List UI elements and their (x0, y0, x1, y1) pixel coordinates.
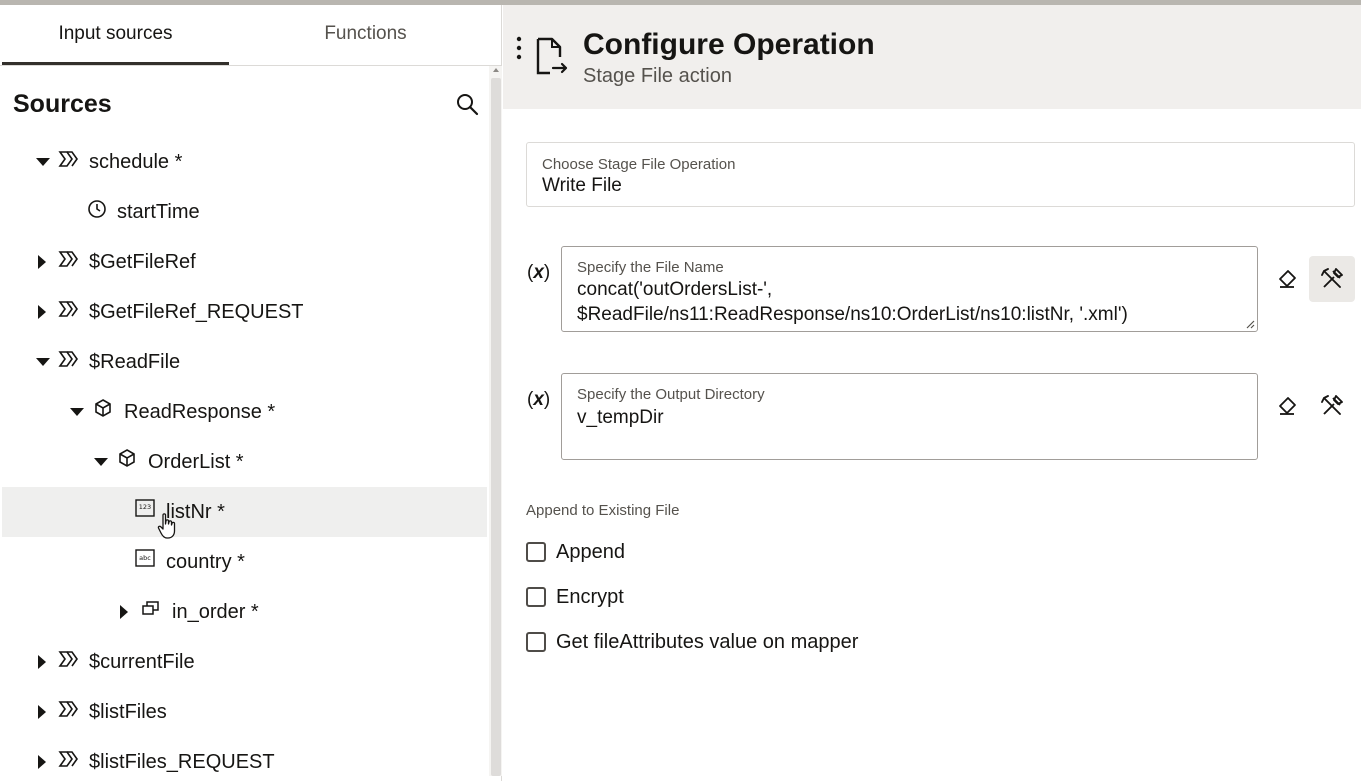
scroll-up-arrow[interactable] (493, 68, 499, 72)
collapse-caret-icon[interactable] (94, 458, 108, 466)
tree-node-label: ReadResponse * (124, 401, 276, 423)
expand-caret-icon[interactable] (38, 305, 46, 319)
operation-label: Choose Stage File Operation (542, 156, 736, 173)
page-subtitle: Stage File action (583, 65, 732, 87)
cube-icon (95, 399, 111, 417)
sources-heading: Sources (13, 90, 112, 118)
tree-node-readresponse[interactable]: ReadResponse * (2, 387, 487, 437)
schema-icon (58, 351, 78, 367)
tree-node-label: $GetFileRef_REQUEST (89, 301, 304, 323)
operation-value: Write File (542, 175, 622, 196)
tree-node-label: $listFiles (89, 701, 167, 723)
page-title: Configure Operation (583, 28, 875, 61)
panel-tabs: Input sources Functions (0, 5, 502, 66)
file-name-label: Specify the File Name (577, 259, 724, 276)
repeating-icon (142, 601, 159, 615)
collapse-caret-icon[interactable] (36, 358, 50, 366)
tree-node-country[interactable]: abc country * (2, 537, 487, 587)
clock-icon (88, 200, 106, 218)
append-section-label: Append to Existing File (526, 502, 680, 519)
stage-file-operation-select[interactable]: Choose Stage File Operation Write File (526, 142, 1355, 207)
file-name-textarea[interactable]: Specify the File Name concat('outOrdersL… (561, 246, 1258, 332)
output-directory-textarea[interactable]: Specify the Output Directory v_tempDir (561, 373, 1258, 460)
schema-icon (58, 151, 78, 167)
output-directory-value: v_tempDir (577, 407, 664, 428)
tree-node-label: startTime (117, 201, 200, 223)
open-expression-builder-button[interactable] (1315, 389, 1349, 423)
tree-node-in-order[interactable]: in_order * (2, 587, 487, 637)
tree-node-label: $GetFileRef (89, 251, 196, 273)
tools-icon (1321, 395, 1343, 415)
tree-node-label: $listFiles_REQUEST (89, 751, 275, 773)
output-directory-label: Specify the Output Directory (577, 386, 765, 403)
tree-node-label: listNr * (166, 501, 225, 523)
expand-caret-icon[interactable] (38, 755, 46, 769)
expand-caret-icon[interactable] (38, 255, 46, 269)
expression-indicator: (x) (527, 389, 551, 410)
tree-node-label: $currentFile (89, 651, 195, 673)
tree-node-label: country * (166, 551, 245, 573)
checkbox-label: Encrypt (556, 586, 624, 608)
eraser-icon (1279, 397, 1296, 415)
active-tab-indicator (2, 62, 229, 65)
tree-node-readfile[interactable]: $ReadFile (2, 337, 487, 387)
tree-node-listnr[interactable]: 123 listNr * (2, 487, 487, 537)
cube-icon (119, 449, 135, 467)
tab-functions[interactable]: Functions (229, 5, 502, 66)
checkbox-label: Append (556, 541, 625, 563)
checkbox-box[interactable] (526, 587, 546, 607)
tree-node-getfileref-request[interactable]: $GetFileRef_REQUEST (2, 287, 487, 337)
clear-output-directory-button[interactable] (1270, 389, 1304, 423)
tree-node-starttime[interactable]: startTime (2, 187, 487, 237)
get-file-attributes-checkbox[interactable]: Get fileAttributes value on mapper (526, 631, 876, 655)
tree-node-listfiles[interactable]: $listFiles (2, 687, 487, 737)
schema-icon (58, 751, 78, 767)
schema-icon (58, 301, 78, 317)
expand-caret-icon[interactable] (38, 705, 46, 719)
svg-text:abc: abc (139, 554, 151, 562)
encrypt-checkbox[interactable]: Encrypt (526, 586, 636, 610)
schema-icon (58, 251, 78, 267)
tree-node-listfiles-request[interactable]: $listFiles_REQUEST (2, 737, 487, 781)
file-name-line-1: concat('outOrdersList-', (577, 279, 773, 300)
kebab-menu-icon[interactable] (516, 36, 522, 60)
tree-node-label: in_order * (172, 601, 259, 623)
expand-caret-icon[interactable] (38, 655, 46, 669)
eraser-icon (1279, 270, 1296, 288)
tree-node-label: schedule * (89, 151, 183, 173)
schema-icon (58, 701, 78, 717)
search-icon[interactable] (455, 92, 479, 116)
checkbox-box[interactable] (526, 632, 546, 652)
expression-indicator: (x) (527, 262, 551, 283)
collapse-caret-icon[interactable] (36, 158, 50, 166)
number-icon: 123 (135, 499, 155, 517)
stage-file-icon (536, 37, 568, 75)
checkbox-box[interactable] (526, 542, 546, 562)
tree-node-schedule[interactable]: schedule * (2, 137, 487, 187)
resize-grip-icon[interactable] (1245, 319, 1255, 329)
tree-node-label: $ReadFile (89, 351, 181, 373)
tree-node-orderlist[interactable]: OrderList * (2, 437, 487, 487)
tab-input-sources[interactable]: Input sources (2, 5, 229, 66)
tools-icon (1321, 268, 1343, 288)
tree-node-currentfile[interactable]: $currentFile (2, 637, 487, 687)
tree-node-getfileref[interactable]: $GetFileRef (2, 237, 487, 287)
svg-text:123: 123 (139, 503, 151, 511)
schema-icon (58, 651, 78, 667)
file-name-line-2: $ReadFile/ns11:ReadResponse/ns10:OrderLi… (577, 304, 1128, 325)
collapse-caret-icon[interactable] (70, 408, 84, 416)
expand-caret-icon[interactable] (120, 605, 128, 619)
open-expression-builder-button[interactable] (1309, 256, 1355, 302)
tree-node-label: OrderList * (148, 451, 244, 473)
string-icon: abc (135, 549, 155, 567)
scroll-thumb[interactable] (491, 78, 501, 776)
checkbox-label: Get fileAttributes value on mapper (556, 631, 859, 653)
clear-file-name-button[interactable] (1270, 262, 1304, 296)
append-checkbox[interactable]: Append (526, 541, 636, 565)
